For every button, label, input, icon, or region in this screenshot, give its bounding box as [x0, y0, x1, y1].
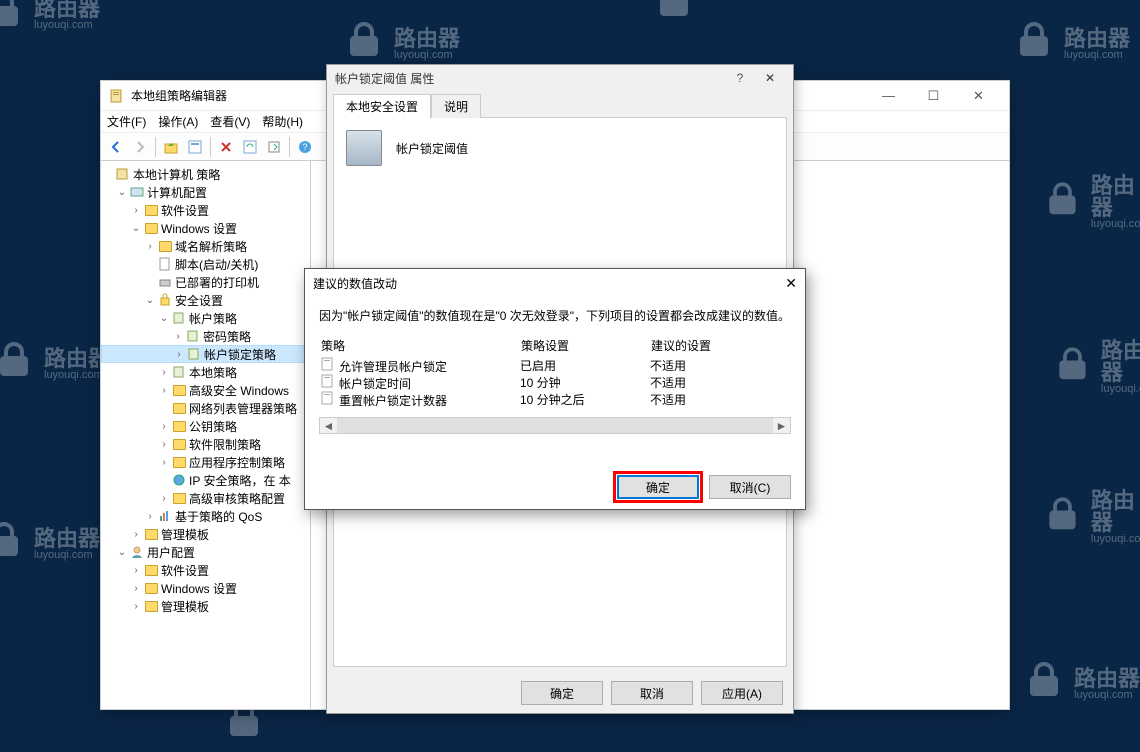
maximize-button[interactable]: ☐ [911, 82, 956, 110]
hdr-setting[interactable]: 策略设置 [521, 337, 651, 354]
sug-message: 因为"帐户锁定阈值"的数值现在是"0 次无效登录"，下列项目的设置都会改成建议的… [319, 307, 791, 325]
tree-appctrl[interactable]: ›应用程序控制策略 [101, 453, 310, 471]
wm-url: luyouqi.com [34, 20, 100, 31]
sug-cancel-button[interactable]: 取消(C) [709, 475, 791, 499]
horizontal-scrollbar[interactable]: ◄ ► [319, 417, 791, 434]
menu-file[interactable]: 文件(F) [107, 113, 146, 130]
help-icon[interactable]: ? [725, 71, 755, 85]
prop-ok-button[interactable]: 确定 [521, 681, 603, 705]
sug-title-text: 建议的数值改动 [313, 275, 397, 292]
tree-network-list[interactable]: 网络列表管理器策略 [101, 399, 310, 417]
window-title: 本地组策略编辑器 [131, 87, 227, 104]
tree-root[interactable]: 本地计算机 策略 [101, 165, 310, 183]
tab-local-security[interactable]: 本地安全设置 [333, 94, 431, 118]
policy-list[interactable]: 允许管理员帐户锁定 已启用 不适用 帐户锁定时间 10 分钟 不适用 重置帐户锁… [319, 356, 791, 409]
hdr-suggested[interactable]: 建议的设置 [651, 337, 789, 354]
tree-security-settings[interactable]: ⌄安全设置 [101, 291, 310, 309]
tree-dns-policy[interactable]: ›域名解析策略 [101, 237, 310, 255]
tree-pubkey[interactable]: ›公钥策略 [101, 417, 310, 435]
list-item[interactable]: 重置帐户锁定计数器 10 分钟之后 不适用 [320, 391, 790, 408]
back-button[interactable] [105, 136, 127, 158]
minimize-button[interactable]: — [866, 82, 911, 110]
menu-view[interactable]: 查看(V) [210, 113, 250, 130]
tree-account-policy[interactable]: ⌄帐户策略 [101, 309, 310, 327]
tree-user-admin[interactable]: ›管理模板 [101, 597, 310, 615]
tree-user-config[interactable]: ⌄用户配置 [101, 543, 310, 561]
policy-item-icon [320, 374, 336, 388]
tree-password-policy[interactable]: ›密码策略 [101, 327, 310, 345]
policy-item-icon [320, 391, 336, 405]
export-button[interactable] [263, 136, 285, 158]
tab-explain[interactable]: 说明 [431, 94, 481, 118]
policy-icon [346, 130, 382, 166]
sug-close-icon[interactable]: ✕ [785, 275, 797, 292]
scroll-right-icon[interactable]: ► [773, 418, 790, 433]
prop-cancel-button[interactable]: 取消 [611, 681, 693, 705]
policy-name: 帐户锁定阈值 [396, 140, 468, 157]
tree-computer-config[interactable]: ⌄计算机配置 [101, 183, 310, 201]
tree-lockout-policy[interactable]: ›帐户锁定策略 [101, 345, 310, 363]
menu-help[interactable]: 帮助(H) [262, 113, 303, 130]
tree-wfas[interactable]: ›高级安全 Windows [101, 381, 310, 399]
svg-text:?: ? [302, 142, 307, 152]
sug-ok-button[interactable]: 确定 [617, 475, 699, 499]
policy-item-icon [320, 357, 336, 371]
tree-printers[interactable]: 已部署的打印机 [101, 273, 310, 291]
forward-button[interactable] [129, 136, 151, 158]
properties-button[interactable] [184, 136, 206, 158]
tree-admin-templates[interactable]: ›管理模板 [101, 525, 310, 543]
app-icon [109, 88, 125, 104]
tree-scripts[interactable]: 脚本(启动/关机) [101, 255, 310, 273]
delete-button[interactable] [215, 136, 237, 158]
tree-audit[interactable]: ›高级审核策略配置 [101, 489, 310, 507]
sug-titlebar[interactable]: 建议的数值改动 ✕ [305, 269, 805, 297]
close-icon[interactable]: ✕ [755, 71, 785, 85]
up-button[interactable] [160, 136, 182, 158]
list-header: 策略 策略设置 建议的设置 [319, 335, 791, 356]
tree-user-windows[interactable]: ›Windows 设置 [101, 579, 310, 597]
scroll-left-icon[interactable]: ◄ [320, 418, 337, 433]
help-button[interactable]: ? [294, 136, 316, 158]
wm-text: 路由器 [34, 0, 100, 20]
tree-user-software[interactable]: ›软件设置 [101, 561, 310, 579]
tree-local-policy[interactable]: ›本地策略 [101, 363, 310, 381]
tree-view[interactable]: 本地计算机 策略 ⌄计算机配置 ›软件设置 ⌄Windows 设置 ›域名解析策… [101, 161, 311, 709]
close-button[interactable]: ✕ [956, 82, 1001, 110]
hdr-policy[interactable]: 策略 [321, 337, 521, 354]
tree-ipsec[interactable]: IP 安全策略，在 本 [101, 471, 310, 489]
prop-titlebar[interactable]: 帐户锁定阈值 属性 ? ✕ [327, 65, 793, 91]
prop-title-text: 帐户锁定阈值 属性 [335, 70, 434, 87]
tree-srp[interactable]: ›软件限制策略 [101, 435, 310, 453]
refresh-button[interactable] [239, 136, 261, 158]
prop-apply-button[interactable]: 应用(A) [701, 681, 783, 705]
tree-qos[interactable]: ›基于策略的 QoS [101, 507, 310, 525]
list-item[interactable]: 允许管理员帐户锁定 已启用 不适用 [320, 357, 790, 374]
tree-windows-settings[interactable]: ⌄Windows 设置 [101, 219, 310, 237]
scroll-track[interactable] [337, 418, 773, 433]
suggested-values-dialog: 建议的数值改动 ✕ 因为"帐户锁定阈值"的数值现在是"0 次无效登录"，下列项目… [304, 268, 806, 510]
menu-action[interactable]: 操作(A) [158, 113, 198, 130]
list-item[interactable]: 帐户锁定时间 10 分钟 不适用 [320, 374, 790, 391]
tree-software-settings[interactable]: ›软件设置 [101, 201, 310, 219]
